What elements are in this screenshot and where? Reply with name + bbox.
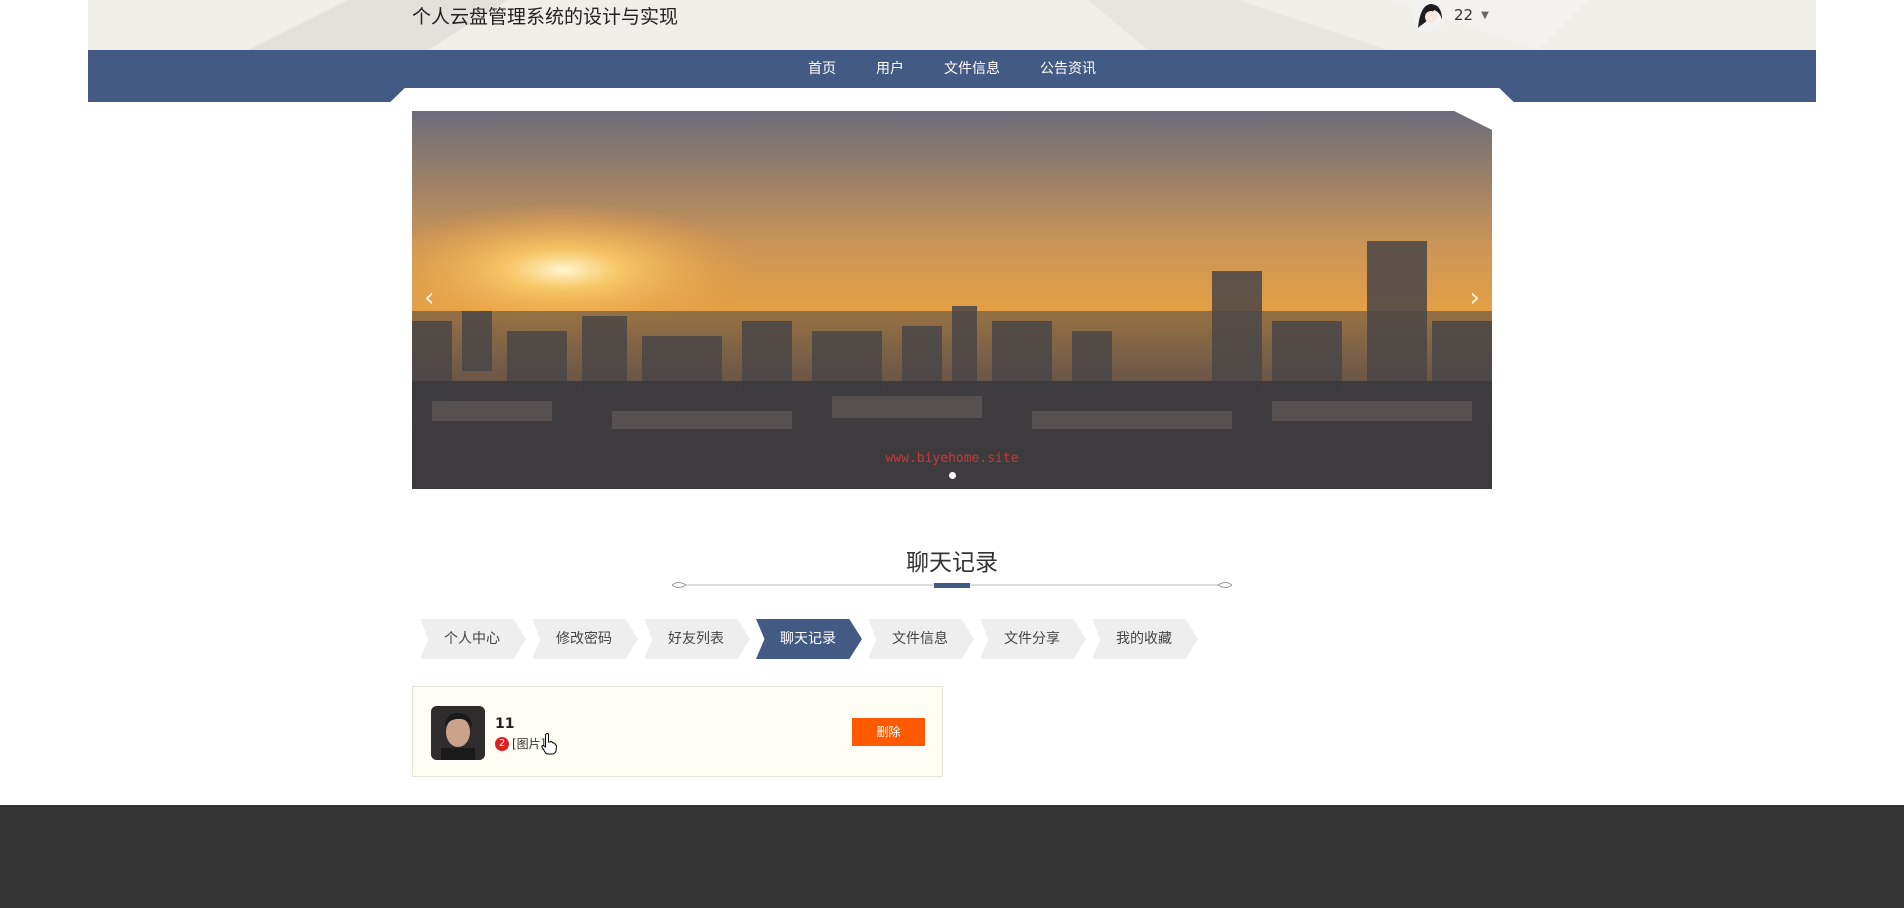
- tab-friends-list[interactable]: 好友列表: [644, 619, 750, 659]
- chat-last-message: 2 [图片]: [495, 735, 545, 752]
- user-center-tabs: 个人中心 修改密码 好友列表 聊天记录 文件信息 文件分享 我的收藏: [420, 619, 1204, 659]
- nav-item-announcements[interactable]: 公告资讯: [1020, 50, 1116, 88]
- nav-item-files[interactable]: 文件信息: [924, 50, 1020, 88]
- carousel-next-icon[interactable]: ›: [1470, 283, 1480, 313]
- carousel-dot[interactable]: [948, 472, 956, 479]
- tab-personal-center[interactable]: 个人中心: [420, 619, 526, 659]
- chat-record-item[interactable]: 11 2 [图片] 删除: [412, 686, 943, 777]
- username: 22: [1454, 6, 1474, 24]
- nav-menu: 首页 用户 文件信息 公告资讯: [0, 50, 1904, 88]
- carousel-dots: [412, 472, 1492, 479]
- section-title: 聊天记录: [906, 550, 998, 576]
- tab-chat-records[interactable]: 聊天记录: [756, 619, 862, 659]
- tab-file-info[interactable]: 文件信息: [868, 619, 974, 659]
- unread-badge: 2: [495, 736, 509, 751]
- header: [88, 0, 1816, 50]
- header-background-pattern: [248, 0, 1588, 50]
- chat-contact-name: 11: [495, 716, 515, 732]
- user-menu[interactable]: 22 ▼: [1412, 0, 1489, 32]
- tab-change-password[interactable]: 修改密码: [532, 619, 638, 659]
- chat-avatar: [431, 706, 485, 760]
- banner-carousel: ‹ › www.biyehome.site: [412, 111, 1492, 489]
- tab-file-share[interactable]: 文件分享: [980, 619, 1086, 659]
- user-avatar: [1412, 0, 1446, 32]
- tab-my-favorites[interactable]: 我的收藏: [1092, 619, 1198, 659]
- footer: [0, 805, 1904, 908]
- delete-button[interactable]: 删除: [852, 718, 925, 746]
- banner-image: [412, 111, 1492, 489]
- nav-item-home[interactable]: 首页: [788, 50, 856, 88]
- carousel-prev-icon[interactable]: ‹: [424, 283, 434, 313]
- nav-item-users[interactable]: 用户: [856, 50, 924, 88]
- chevron-down-icon: ▼: [1481, 9, 1489, 21]
- banner-watermark: www.biyehome.site: [885, 451, 1019, 466]
- navbar-bottom-tab: [382, 88, 1522, 110]
- section-divider: [672, 582, 1232, 588]
- hand-cursor-icon: [541, 733, 557, 755]
- site-title: 个人云盘管理系统的设计与实现: [412, 6, 679, 28]
